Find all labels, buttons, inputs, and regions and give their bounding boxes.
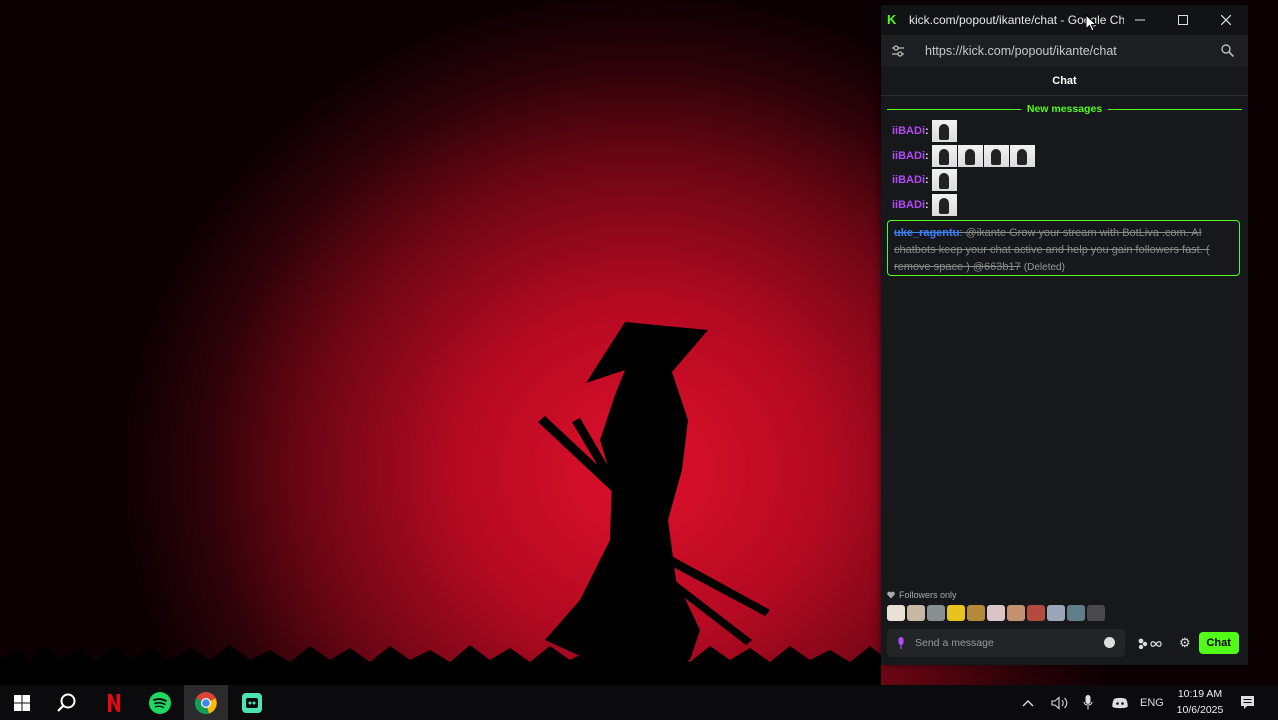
chat-header: Chat — [881, 67, 1248, 96]
quick-emote[interactable] — [927, 605, 945, 621]
action-center-button[interactable] — [1240, 685, 1255, 720]
minimize-icon — [1135, 19, 1145, 21]
quick-emote[interactable] — [1087, 605, 1105, 621]
windows-logo-icon — [14, 694, 30, 711]
close-button[interactable] — [1205, 5, 1247, 35]
discord-tray-button[interactable] — [1112, 685, 1128, 720]
search-icon — [57, 693, 76, 712]
close-icon — [1221, 15, 1231, 25]
taskbar-netflix[interactable] — [92, 685, 136, 720]
language-indicator[interactable]: ENG — [1140, 685, 1164, 720]
spotify-icon — [149, 691, 171, 714]
windows-taskbar: ENG 10:19 AM 10/6/2025 — [0, 685, 1278, 720]
url-text[interactable]: https://kick.com/popout/ikante/chat — [925, 44, 1117, 58]
quick-emote[interactable] — [967, 605, 985, 621]
chat-username[interactable]: iiBADi — [892, 174, 925, 186]
minimize-button[interactable] — [1119, 5, 1161, 35]
username-colon: : — [925, 125, 929, 137]
divider-line — [1108, 108, 1243, 110]
emote-quick-bar — [887, 605, 1105, 621]
maximize-button[interactable] — [1162, 5, 1204, 35]
chat-input-row: ⚙ Chat — [887, 629, 1242, 657]
new-messages-divider: New messages — [887, 102, 1243, 116]
address-bar[interactable]: https://kick.com/popout/ikante/chat — [881, 35, 1248, 67]
clock-time: 10:19 AM — [1177, 688, 1223, 700]
emote-image[interactable] — [931, 194, 957, 216]
quick-emote[interactable] — [887, 605, 905, 621]
quick-emote[interactable] — [1047, 605, 1065, 621]
gear-icon[interactable]: ⚙ — [1179, 635, 1191, 651]
microphone-button[interactable] — [1083, 685, 1093, 720]
emote-image[interactable] — [1009, 145, 1035, 167]
chat-username[interactable]: iiBADi — [892, 125, 925, 137]
window-titlebar[interactable]: K kick.com/popout/ikante/chat - Google C… — [881, 5, 1248, 35]
emote-image[interactable] — [931, 120, 957, 142]
chat-username[interactable]: uke_ragentu — [894, 227, 959, 239]
taskbar-chrome[interactable] — [184, 685, 228, 720]
microphone-icon — [1083, 695, 1093, 710]
followers-only-label: Followers only — [899, 590, 957, 600]
send-chat-button[interactable]: Chat — [1198, 632, 1239, 654]
deleted-tag: (Deleted) — [1023, 262, 1065, 273]
quick-emote[interactable] — [1067, 605, 1085, 621]
followers-only-notice: Followers only — [887, 590, 957, 600]
discord-icon — [1112, 697, 1128, 708]
chat-message: iiBADi: — [892, 194, 958, 216]
chat-message: iiBADi: — [892, 169, 958, 191]
new-messages-label: New messages — [1026, 103, 1103, 115]
divider-line — [887, 108, 1021, 110]
show-hidden-icons-button[interactable] — [1022, 685, 1034, 720]
mouse-cursor-icon — [1085, 14, 1097, 32]
quick-emote[interactable] — [1007, 605, 1025, 621]
chat-message-input[interactable] — [913, 636, 1087, 650]
volume-button[interactable] — [1051, 685, 1069, 720]
emote-image[interactable] — [983, 145, 1009, 167]
chat-message: iiBADi: — [892, 145, 1036, 167]
microphone-icon[interactable] — [897, 637, 905, 649]
kick-logo-icon: K — [887, 12, 897, 27]
username-colon: : — [925, 174, 929, 186]
taskbar-clock[interactable]: 10:19 AM 10/6/2025 — [1165, 686, 1235, 718]
quick-emote[interactable] — [987, 605, 1005, 621]
deleted-message: uke_ragentu: @ikante Grow your stream wi… — [887, 220, 1240, 276]
taskbar-app[interactable] — [230, 685, 274, 720]
chat-users-icon[interactable] — [1137, 637, 1163, 649]
emote-image[interactable] — [931, 145, 957, 167]
quick-emote[interactable] — [1027, 605, 1045, 621]
chat-message: iiBADi: — [892, 120, 958, 142]
chat-username[interactable]: iiBADi — [892, 150, 925, 162]
heart-icon — [887, 591, 895, 599]
app-icon — [242, 692, 262, 713]
emoji-picker-icon[interactable] — [1104, 637, 1115, 648]
username-colon: : — [925, 150, 929, 162]
speaker-icon — [1051, 695, 1068, 710]
chat-username[interactable]: iiBADi — [892, 199, 925, 211]
netflix-icon — [108, 693, 120, 712]
taskbar-spotify[interactable] — [138, 685, 182, 720]
quick-emote[interactable] — [907, 605, 925, 621]
maximize-icon — [1178, 15, 1188, 25]
username-colon: : — [925, 199, 929, 211]
clock-date: 10/6/2025 — [1176, 704, 1224, 716]
chat-popout-window: K kick.com/popout/ikante/chat - Google C… — [881, 5, 1248, 665]
chevron-up-icon — [1022, 699, 1034, 706]
taskbar-search-button[interactable] — [45, 685, 89, 720]
quick-emote[interactable] — [947, 605, 965, 621]
search-icon[interactable] — [1221, 44, 1234, 57]
site-settings-icon[interactable] — [891, 44, 905, 58]
emote-image[interactable] — [931, 169, 957, 191]
chat-input-container[interactable] — [887, 629, 1125, 657]
notification-icon — [1241, 696, 1254, 709]
emote-image[interactable] — [957, 145, 983, 167]
chrome-icon — [195, 691, 217, 714]
start-button[interactable] — [0, 685, 44, 720]
